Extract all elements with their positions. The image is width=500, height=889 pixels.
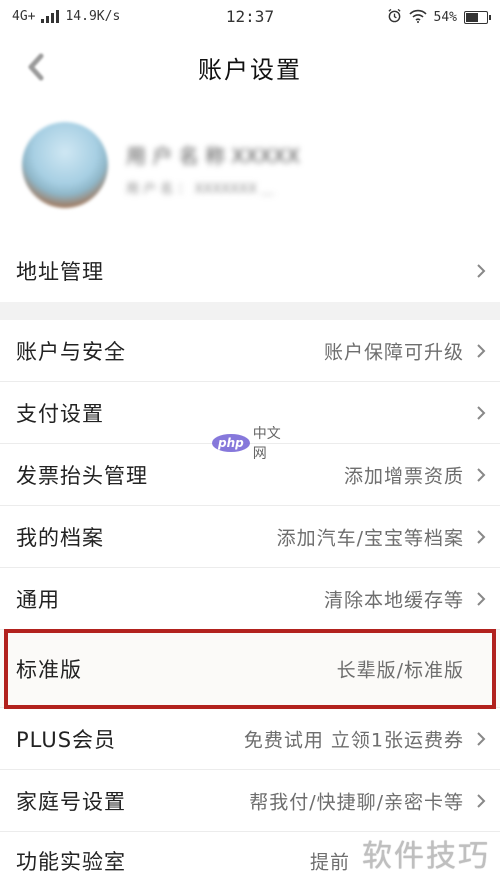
- profile-account: 用 户 名 ： XXXXXXX ＿: [126, 182, 275, 197]
- brand-watermark: 软件技巧: [362, 839, 490, 874]
- row-label: 标准版: [16, 657, 82, 682]
- chevron-right-icon: [474, 528, 488, 546]
- chevron-right-icon: [474, 342, 488, 360]
- row-value: 添加增票资质: [343, 465, 464, 487]
- chevron-right-icon: [474, 262, 488, 280]
- chevron-right-icon: [474, 404, 488, 422]
- chevron-right-icon: [474, 466, 488, 484]
- row-label: 家庭号设置: [16, 789, 126, 814]
- row-label: 发票抬头管理: [16, 463, 148, 488]
- php-logo: php: [212, 434, 250, 452]
- profile-card[interactable]: 用 户 名 称 XXXXX 用 户 名 ： XXXXXXX ＿: [0, 100, 500, 240]
- row-address-management[interactable]: 地址管理: [0, 240, 500, 302]
- row-my-profile[interactable]: 我的档案 添加汽车/宝宝等档案: [0, 506, 500, 568]
- row-value: 提前: [309, 851, 350, 873]
- row-label: 支付设置: [16, 401, 104, 426]
- php-watermark: php 中文网: [212, 426, 288, 462]
- status-right: 54%: [387, 8, 491, 27]
- nav-header: 账户设置: [0, 34, 500, 100]
- battery-percent: 54%: [433, 10, 457, 25]
- alarm-icon: [387, 8, 402, 27]
- row-value: 添加汽车/宝宝等档案: [276, 527, 464, 549]
- row-label: 通用: [16, 587, 60, 612]
- status-bar: 4G+ 14.9K/s 12:37 54%: [0, 0, 500, 34]
- chevron-right-icon: [474, 730, 488, 748]
- php-site-text: 中文网: [252, 426, 281, 462]
- row-general[interactable]: 通用 清除本地缓存等: [0, 568, 500, 630]
- avatar[interactable]: [22, 122, 108, 208]
- row-value: 清除本地缓存等: [323, 589, 464, 611]
- row-account-security[interactable]: 账户与安全 账户保障可升级: [0, 320, 500, 382]
- section-settings: 账户与安全 账户保障可升级 支付设置 发票抬头管理 添加增票资质 我的档案 添加…: [0, 320, 500, 889]
- wifi-icon: [408, 9, 427, 27]
- row-label: 账户与安全: [16, 339, 126, 364]
- row-value: 账户保障可升级: [323, 341, 464, 363]
- row-label: 我的档案: [16, 525, 104, 550]
- row-label: 功能实验室: [16, 849, 126, 874]
- battery-fill: [466, 13, 478, 22]
- chevron-right-icon: [474, 590, 488, 608]
- page-title: 账户设置: [198, 56, 302, 84]
- chevron-right-icon: [474, 792, 488, 810]
- row-value: 免费试用 立领1张运费券: [243, 729, 464, 751]
- row-standard-edition[interactable]: 标准版 长辈版/标准版: [0, 630, 500, 708]
- row-label: 地址管理: [16, 260, 104, 284]
- row-value: 长辈版/标准版: [336, 659, 464, 681]
- battery-icon: [464, 11, 491, 24]
- row-label: PLUS会员: [16, 727, 117, 752]
- profile-name: 用 户 名 称 XXXXX: [126, 144, 300, 168]
- row-plus-member[interactable]: PLUS会员 免费试用 立领1张运费券: [0, 708, 500, 770]
- row-family-account[interactable]: 家庭号设置 帮我付/快捷聊/亲密卡等: [0, 770, 500, 832]
- section-address: 地址管理: [0, 240, 500, 302]
- row-value: 帮我付/快捷聊/亲密卡等: [249, 791, 464, 813]
